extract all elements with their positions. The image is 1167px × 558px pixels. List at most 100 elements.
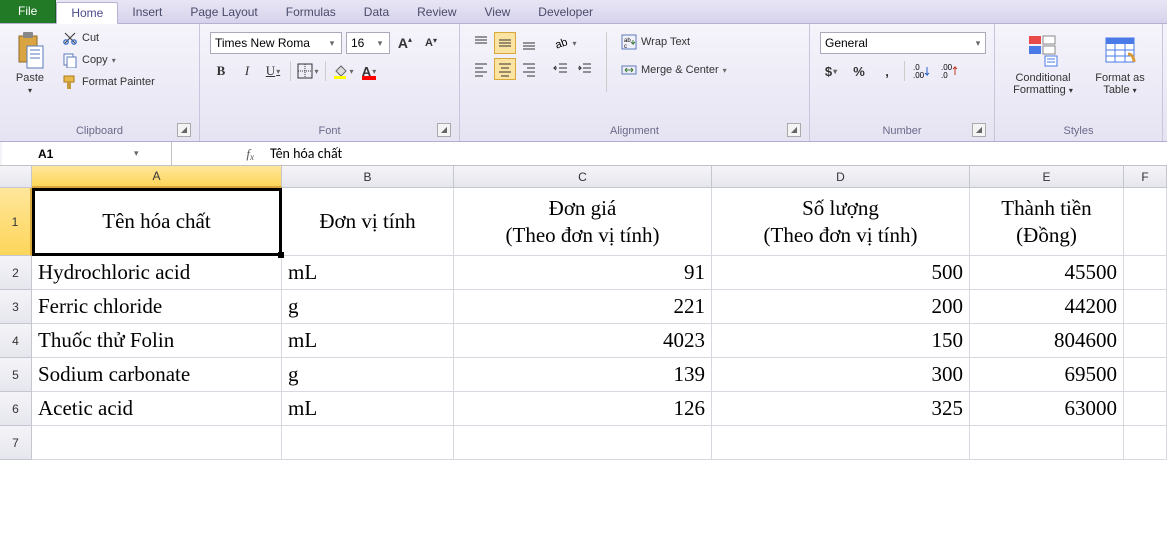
align-center-button[interactable] xyxy=(494,58,516,80)
font-size-combo[interactable]: ▾ xyxy=(346,32,390,54)
format-as-table-button[interactable]: Format as Table ▾ xyxy=(1085,28,1155,123)
chevron-down-icon[interactable]: ▾ xyxy=(325,38,339,49)
clipboard-launcher[interactable]: ◢ xyxy=(177,123,191,137)
merge-center-button[interactable]: Merge & Center ▾ xyxy=(617,60,731,80)
increase-indent-button[interactable] xyxy=(574,58,596,80)
decrease-indent-button[interactable] xyxy=(550,58,572,80)
cell-empty[interactable] xyxy=(454,426,712,460)
tab-review[interactable]: Review xyxy=(403,1,470,23)
number-format-combo[interactable]: ▾ xyxy=(820,32,986,54)
cell-F5[interactable] xyxy=(1124,358,1167,392)
tab-page-layout[interactable]: Page Layout xyxy=(176,1,271,23)
grow-font-button[interactable]: A▴ xyxy=(394,32,416,54)
column-header-E[interactable]: E xyxy=(970,166,1124,188)
number-format-input[interactable] xyxy=(821,33,971,53)
cell-D1[interactable]: Số lượng(Theo đơn vị tính) xyxy=(712,188,970,256)
paste-button[interactable]: Paste▾ xyxy=(6,28,54,123)
fill-color-button[interactable]: ▾ xyxy=(332,60,354,82)
cell-B4[interactable]: mL xyxy=(282,324,454,358)
borders-button[interactable]: ▾ xyxy=(297,60,319,82)
formula-input[interactable] xyxy=(262,145,1167,162)
increase-decimal-button[interactable]: .0.00 xyxy=(911,60,933,82)
column-header-A[interactable]: A xyxy=(32,166,282,188)
cell-empty[interactable] xyxy=(970,426,1124,460)
cell-C3[interactable]: 221 xyxy=(454,290,712,324)
cell-E3[interactable]: 44200 xyxy=(970,290,1124,324)
cut-button[interactable]: Cut xyxy=(58,28,159,48)
chevron-down-icon[interactable]: ▾ xyxy=(971,38,985,49)
cell-D5[interactable]: 300 xyxy=(712,358,970,392)
cell-E1[interactable]: Thành tiền(Đồng) xyxy=(970,188,1124,256)
cell-B5[interactable]: g xyxy=(282,358,454,392)
cell-A5[interactable]: Sodium carbonate xyxy=(32,358,282,392)
orientation-button[interactable]: ab▾ xyxy=(550,32,580,54)
number-launcher[interactable]: ◢ xyxy=(972,123,986,137)
alignment-launcher[interactable]: ◢ xyxy=(787,123,801,137)
cell-C6[interactable]: 126 xyxy=(454,392,712,426)
chevron-down-icon[interactable]: ▾ xyxy=(373,38,387,49)
cell-F1[interactable] xyxy=(1124,188,1167,256)
name-box-input[interactable] xyxy=(38,147,128,161)
tab-developer[interactable]: Developer xyxy=(524,1,607,23)
tab-view[interactable]: View xyxy=(471,1,525,23)
cell-F6[interactable] xyxy=(1124,392,1167,426)
cell-D6[interactable]: 325 xyxy=(712,392,970,426)
fill-handle[interactable] xyxy=(278,252,284,258)
cell-A2[interactable]: Hydrochloric acid xyxy=(32,256,282,290)
cell-empty[interactable] xyxy=(282,426,454,460)
cell-A3[interactable]: Ferric chloride xyxy=(32,290,282,324)
accounting-format-button[interactable]: $ ▾ xyxy=(820,60,842,82)
decrease-decimal-button[interactable]: .00.0 xyxy=(939,60,961,82)
row-header-6[interactable]: 6 xyxy=(0,392,32,426)
cell-F3[interactable] xyxy=(1124,290,1167,324)
tab-file[interactable]: File xyxy=(0,0,56,23)
cell-C4[interactable]: 4023 xyxy=(454,324,712,358)
cell-E2[interactable]: 45500 xyxy=(970,256,1124,290)
cell-C5[interactable]: 139 xyxy=(454,358,712,392)
percent-button[interactable]: % xyxy=(848,60,870,82)
underline-button[interactable]: U▾ xyxy=(262,60,284,82)
tab-insert[interactable]: Insert xyxy=(118,1,176,23)
cell-F4[interactable] xyxy=(1124,324,1167,358)
cell-E4[interactable]: 804600 xyxy=(970,324,1124,358)
row-header-5[interactable]: 5 xyxy=(0,358,32,392)
font-color-button[interactable]: A▾ xyxy=(358,60,380,82)
column-header-C[interactable]: C xyxy=(454,166,712,188)
conditional-formatting-button[interactable]: Conditional Formatting ▾ xyxy=(1001,28,1085,123)
comma-button[interactable]: , xyxy=(876,60,898,82)
cell-B6[interactable]: mL xyxy=(282,392,454,426)
cell-D3[interactable]: 200 xyxy=(712,290,970,324)
cell-E6[interactable]: 63000 xyxy=(970,392,1124,426)
cell-B2[interactable]: mL xyxy=(282,256,454,290)
tab-formulas[interactable]: Formulas xyxy=(272,1,350,23)
row-header-7[interactable]: 7 xyxy=(0,426,32,460)
name-box[interactable]: ▾ xyxy=(2,142,172,165)
cell-C1[interactable]: Đơn giá(Theo đơn vị tính) xyxy=(454,188,712,256)
font-launcher[interactable]: ◢ xyxy=(437,123,451,137)
cell-D4[interactable]: 150 xyxy=(712,324,970,358)
font-size-input[interactable] xyxy=(347,33,373,53)
spreadsheet-grid[interactable]: ABCDEF1Tên hóa chấtĐơn vị tínhĐơn giá(Th… xyxy=(0,166,1167,460)
row-header-2[interactable]: 2 xyxy=(0,256,32,290)
row-header-1[interactable]: 1 xyxy=(0,188,32,256)
align-right-button[interactable] xyxy=(518,58,540,80)
shrink-font-button[interactable]: A▾ xyxy=(420,32,442,54)
font-name-combo[interactable]: ▾ xyxy=(210,32,342,54)
cell-A4[interactable]: Thuốc thử Folin xyxy=(32,324,282,358)
select-all-corner[interactable] xyxy=(0,166,32,188)
cell-F2[interactable] xyxy=(1124,256,1167,290)
font-name-input[interactable] xyxy=(211,33,325,53)
cell-empty[interactable] xyxy=(712,426,970,460)
cell-empty[interactable] xyxy=(32,426,282,460)
cell-empty[interactable] xyxy=(1124,426,1167,460)
column-header-D[interactable]: D xyxy=(712,166,970,188)
align-bottom-button[interactable] xyxy=(518,32,540,54)
cell-D2[interactable]: 500 xyxy=(712,256,970,290)
cell-B1[interactable]: Đơn vị tính xyxy=(282,188,454,256)
cell-A6[interactable]: Acetic acid xyxy=(32,392,282,426)
cell-B3[interactable]: g xyxy=(282,290,454,324)
cell-E5[interactable]: 69500 xyxy=(970,358,1124,392)
column-header-B[interactable]: B xyxy=(282,166,454,188)
row-header-4[interactable]: 4 xyxy=(0,324,32,358)
format-painter-button[interactable]: Format Painter xyxy=(58,72,159,92)
